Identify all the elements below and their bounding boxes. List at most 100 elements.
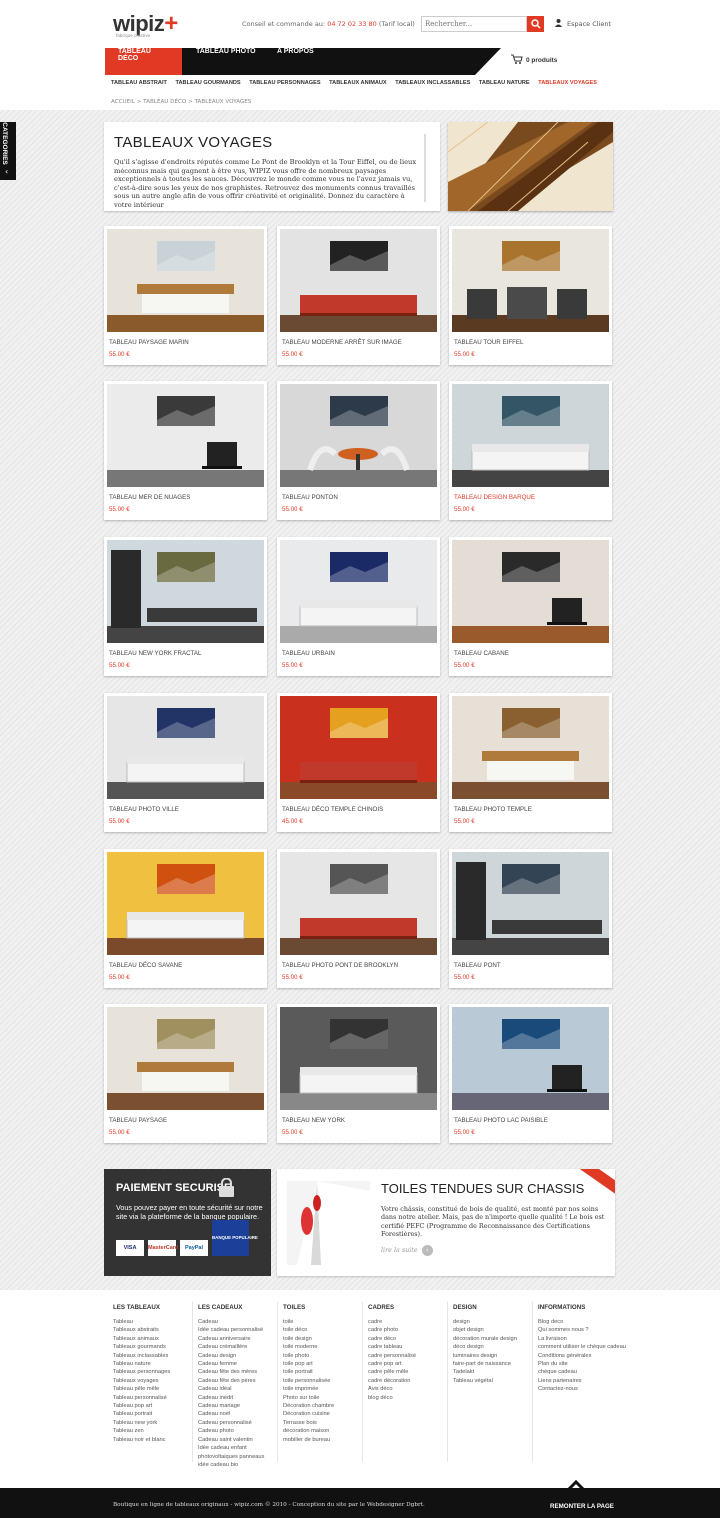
footer-link[interactable]: comment utiliser le chèque cadeau [538, 1343, 626, 1351]
footer-link[interactable]: toile personnalisée [283, 1377, 334, 1385]
footer-link[interactable]: Tableau [113, 1318, 170, 1326]
footer-link[interactable]: La livraison [538, 1335, 626, 1343]
product-image[interactable] [452, 384, 609, 487]
footer-link[interactable]: Tableau nature [113, 1360, 170, 1368]
footer-link[interactable]: faire-part de naissance [453, 1360, 517, 1368]
subnav-item[interactable]: TABLEAU GOURMANDS [176, 80, 241, 86]
product-name[interactable]: TABLEAU CABANE [454, 650, 509, 657]
subnav-item[interactable]: TABLEAUX ANIMAUX [329, 80, 387, 86]
footer-link[interactable]: Cadeau crémaillère [198, 1343, 264, 1351]
product-name[interactable]: TABLEAU PHOTO VILLE [109, 806, 179, 813]
product-name[interactable]: TABLEAU MER DE NUAGES [109, 494, 190, 501]
footer-link[interactable]: Cadeau personnalisé [198, 1419, 264, 1427]
footer-link[interactable]: toile photo [283, 1352, 334, 1360]
footer-link[interactable]: Idée cadeau personnalisé [198, 1326, 264, 1334]
subnav-item[interactable]: TABLEAU PERSONNAGES [249, 80, 320, 86]
footer-link[interactable]: Tableau zen [113, 1427, 170, 1435]
product-name[interactable]: TABLEAU MODERNE ARRÊT SUR IMAGE [282, 339, 402, 346]
product-card[interactable]: TABLEAU NEW YORK FRACTAL 55.00 € [104, 537, 267, 676]
footer-link[interactable]: toile [283, 1318, 334, 1326]
footer-link[interactable]: toile portrait [283, 1368, 334, 1376]
footer-link[interactable]: cadre pêle mêle [368, 1368, 416, 1376]
product-name[interactable]: TABLEAU DÉCO SAVANE [109, 962, 182, 969]
product-name[interactable]: TABLEAU PAYSAGE MARIN [109, 339, 189, 346]
footer-link[interactable]: Idée cadeau enfant [198, 1444, 264, 1452]
footer-link[interactable]: cadre [368, 1318, 416, 1326]
footer-link[interactable]: Décoration cuisine [283, 1410, 334, 1418]
footer-link[interactable]: Blog deco [538, 1318, 626, 1326]
product-card[interactable]: TABLEAU DÉCO SAVANE 55.00 € [104, 849, 267, 988]
product-name[interactable]: TABLEAU DÉCO TEMPLE CHINOIS [282, 806, 383, 813]
search-input[interactable] [421, 16, 527, 32]
product-image[interactable] [452, 696, 609, 799]
footer-link[interactable]: Tableau portrait [113, 1410, 170, 1418]
product-card[interactable]: TABLEAU URBAIN 55.00 € [277, 537, 440, 676]
product-image[interactable] [107, 540, 264, 643]
footer-link[interactable]: toile imprimée [283, 1385, 334, 1393]
footer-link[interactable]: Cadeau saint valentin [198, 1436, 264, 1444]
footer-link[interactable]: cadre photo [368, 1326, 416, 1334]
client-area-link[interactable]: Espace Client [555, 19, 611, 28]
breadcrumb[interactable]: ACCUEIL > TABLEAU DÉCO > TABLEAUX VOYAGE… [111, 99, 251, 105]
footer-link[interactable]: Tableaux voyages [113, 1377, 170, 1385]
subnav-item[interactable]: TABLEAU NATURE [479, 80, 530, 86]
cart[interactable]: 0 produits [511, 54, 557, 64]
product-name[interactable]: TABLEAU TOUR EIFFEL [454, 339, 523, 346]
footer-link[interactable]: décoration maison [283, 1427, 334, 1435]
footer-link[interactable]: toile design [283, 1335, 334, 1343]
product-name[interactable]: TABLEAU PHOTO TEMPLE [454, 806, 532, 813]
footer-link[interactable]: idée cadeau bio [198, 1461, 264, 1469]
description-scrollbar[interactable] [424, 134, 426, 202]
product-image[interactable] [107, 384, 264, 487]
subnav-item[interactable]: TABLEAU ABSTRAIT [111, 80, 167, 86]
phone-number[interactable]: 04 72 02 33 80 [327, 20, 377, 28]
product-image[interactable] [107, 1007, 264, 1110]
product-image[interactable] [452, 1007, 609, 1110]
footer-link[interactable]: Tableaux personnages [113, 1368, 170, 1376]
footer-link[interactable]: Conditions générales [538, 1352, 626, 1360]
product-card[interactable]: TABLEAU MODERNE ARRÊT SUR IMAGE 55.00 € [277, 226, 440, 365]
footer-link[interactable]: Cadeau fête des mères [198, 1368, 264, 1376]
footer-link[interactable]: Cadeau idéal [198, 1385, 264, 1393]
footer-link[interactable]: Plan du site [538, 1360, 626, 1368]
product-image[interactable] [452, 852, 609, 955]
footer-link[interactable]: design [453, 1318, 517, 1326]
footer-link[interactable]: Tableaux gourmands [113, 1343, 170, 1351]
product-card[interactable]: TABLEAU PHOTO TEMPLE 55.00 € [449, 693, 612, 832]
footer-link[interactable]: Cadeau anniversaire [198, 1335, 264, 1343]
footer-link[interactable]: Tableau pop art [113, 1402, 170, 1410]
footer-link[interactable]: Cadeau fête des pères [198, 1377, 264, 1385]
product-card[interactable]: TABLEAU NEW YORK 55.00 € [277, 1004, 440, 1143]
product-name[interactable]: TABLEAU PONT [454, 962, 501, 969]
footer-link[interactable]: Tableaux abstraits [113, 1326, 170, 1334]
product-card[interactable]: TABLEAU PAYSAGE 55.00 € [104, 1004, 267, 1143]
footer-link[interactable]: déco design [453, 1343, 517, 1351]
footer-link[interactable]: Tableau personnalisé [113, 1394, 170, 1402]
product-name[interactable]: TABLEAU NEW YORK [282, 1117, 345, 1124]
footer-link[interactable]: Tableaux animaux [113, 1335, 170, 1343]
product-name[interactable]: TABLEAU PHOTO LAC PAISIBLE [454, 1117, 548, 1124]
footer-link[interactable]: Tableau new york [113, 1419, 170, 1427]
footer-link[interactable]: Cadeau noël [198, 1410, 264, 1418]
product-card[interactable]: TABLEAU DESIGN BARQUE 55.00 € [449, 381, 612, 520]
footer-link[interactable]: Cadeau photo [198, 1427, 264, 1435]
product-image[interactable] [452, 540, 609, 643]
product-card[interactable]: TABLEAU PHOTO VILLE 55.00 € [104, 693, 267, 832]
product-image[interactable] [280, 540, 437, 643]
product-card[interactable]: TABLEAU PHOTO PONT DE BROOKLYN 55.00 € [277, 849, 440, 988]
footer-link[interactable]: décoration murale design [453, 1335, 517, 1343]
product-card[interactable]: TABLEAU CABANE 55.00 € [449, 537, 612, 676]
footer-link[interactable]: chèque cadeau [538, 1368, 626, 1376]
footer-link[interactable]: Tableau noir et blanc [113, 1436, 170, 1444]
footer-link[interactable]: cadre pop art [368, 1360, 416, 1368]
product-name[interactable]: TABLEAU PAYSAGE [109, 1117, 167, 1124]
footer-link[interactable]: Tableau pêle mêle [113, 1385, 170, 1393]
footer-link[interactable]: Tadelakt [453, 1368, 517, 1376]
footer-link[interactable]: Tableau végétal [453, 1377, 517, 1385]
footer-link[interactable]: Terrasse bois [283, 1419, 334, 1427]
product-card[interactable]: TABLEAU MER DE NUAGES 55.00 € [104, 381, 267, 520]
footer-link[interactable]: mobilier de bureau [283, 1436, 334, 1444]
footer-link[interactable]: cadre personnalisé [368, 1352, 416, 1360]
product-name[interactable]: TABLEAU URBAIN [282, 650, 335, 657]
footer-link[interactable]: Cadeau femme [198, 1360, 264, 1368]
